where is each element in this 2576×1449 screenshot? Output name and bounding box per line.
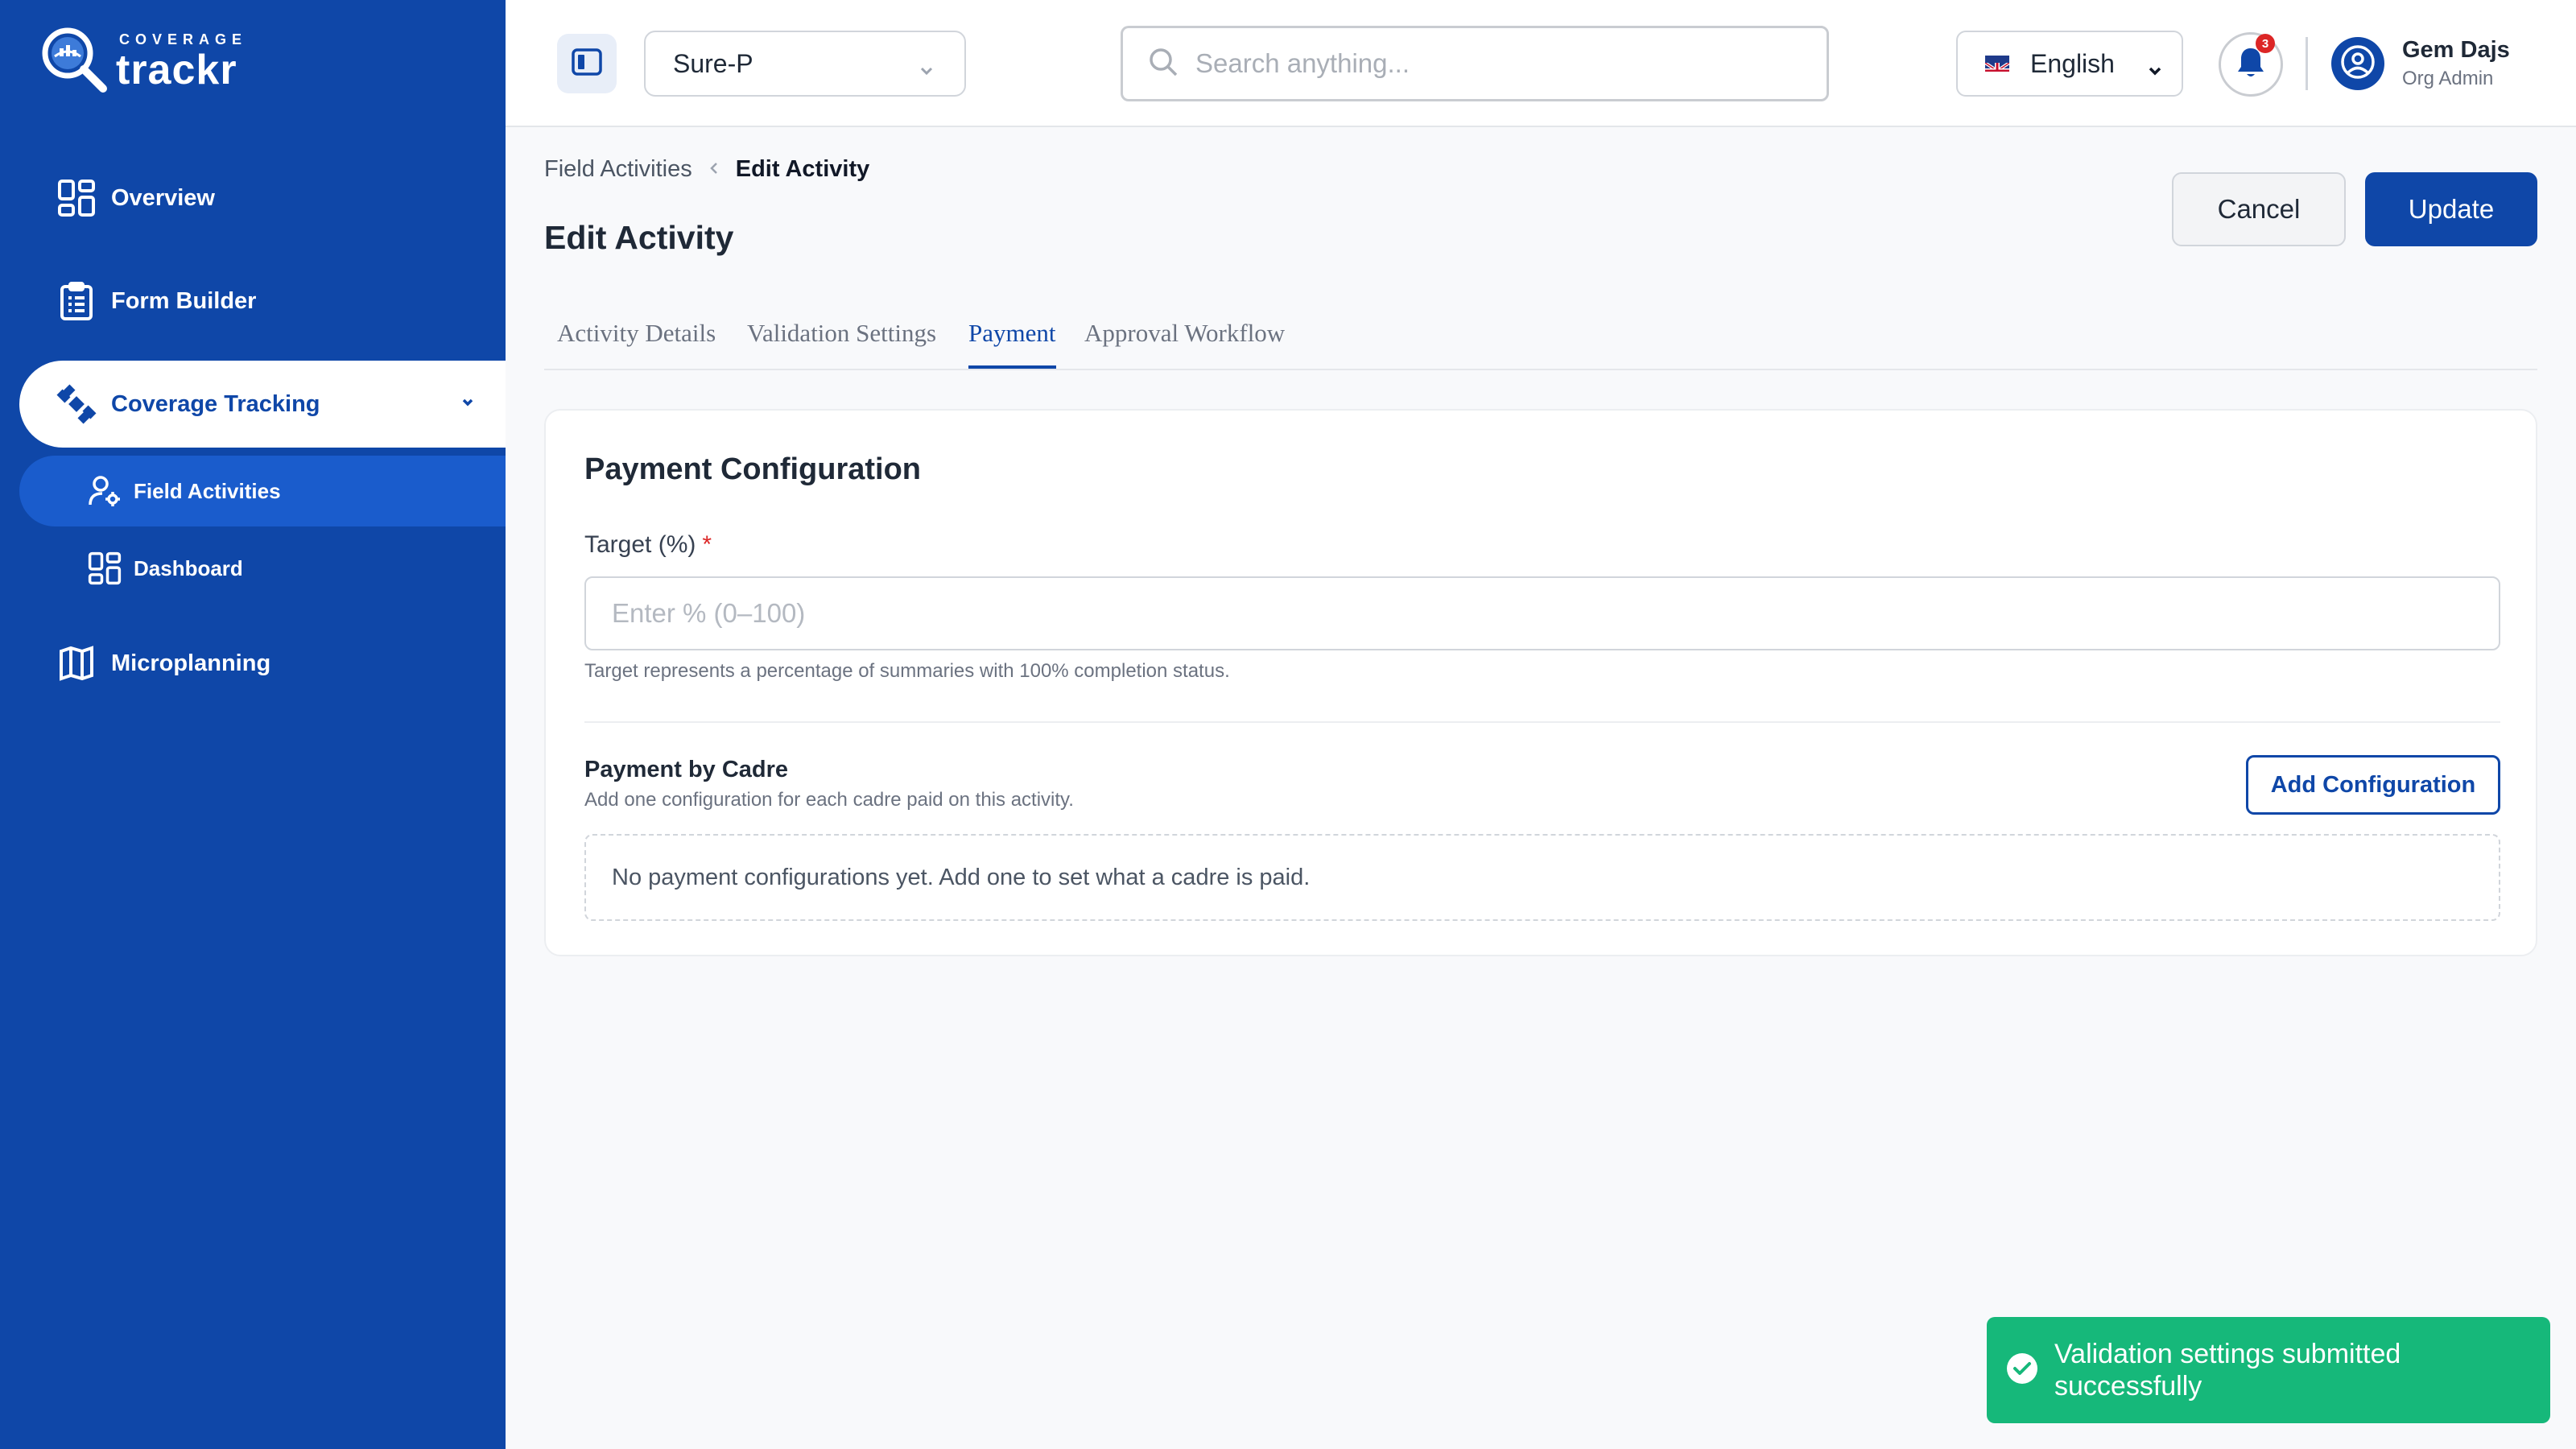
empty-state-message: No payment configurations yet. Add one t… [612,864,1311,890]
map-icon [56,643,97,683]
header-divider [2306,37,2308,90]
organization-select[interactable]: Sure-P [644,31,966,97]
empty-state: No payment configurations yet. Add one t… [584,834,2500,921]
language-select-value: English [2030,48,2115,78]
user-circle-icon [2340,44,2376,84]
sidebar-item-label: Coverage Tracking [111,390,320,417]
satellite-icon [56,384,97,424]
sidebar-item-label: Microplanning [111,650,271,676]
target-percent-input[interactable] [584,576,2500,650]
user-gear-icon [87,473,122,509]
payment-by-cadre-subtitle: Add one configuration for each cadre pai… [584,789,1074,811]
tab-activity-details[interactable]: Activity Details [557,319,716,365]
grid-icon [56,178,97,218]
tab-payment[interactable]: Payment [968,319,1056,369]
chevron-down-icon [918,56,935,86]
tab-validation-settings[interactable]: Validation Settings [747,319,936,365]
uk-flag-icon [1985,56,2009,72]
magnifier-globe-icon [39,24,113,98]
target-label: Target (%) * [584,531,712,559]
logo-tagline: COVERAGE [119,31,248,47]
add-configuration-button[interactable]: Add Configuration [2246,755,2500,815]
payment-by-cadre-title: Payment by Cadre [584,757,789,782]
sidebar-subitem-field-activities[interactable]: Field Activities [19,456,506,526]
sidebar-item-label: Form Builder [111,287,257,314]
update-button[interactable]: Update [2365,172,2537,246]
clipboard-icon [56,281,97,321]
user-role: Org Admin [2402,68,2494,89]
section-divider [584,721,2500,723]
success-toast[interactable]: Validation settings submitted successful… [1987,1317,2550,1423]
breadcrumb-link-field-activities[interactable]: Field Activities [544,156,692,183]
sidebar-item-overview[interactable]: Overview [19,155,506,242]
sidebar-subitem-label: Dashboard [134,555,243,580]
grid-icon [87,551,122,586]
toast-message: Validation settings submitted successful… [2054,1339,2401,1402]
sidebar: COVERAGE trackr Overview Form Builder Co… [0,0,506,1449]
sidebar-item-coverage-tracking[interactable]: Coverage Tracking [19,361,506,448]
sidebar-subitem-label: Field Activities [134,478,281,503]
notification-count-badge: 3 [2256,34,2275,53]
tab-approval-workflow[interactable]: Approval Workflow [1084,319,1285,365]
search-icon [1147,46,1179,82]
target-help-text: Target represents a percentage of summar… [584,660,1230,682]
avatar[interactable] [2331,37,2384,90]
language-select[interactable]: English [1956,31,2183,97]
activity-tabs: Activity Details Validation Settings Pay… [544,314,2537,370]
sidebar-item-label: Overview [111,184,215,211]
sidebar-item-form-builder[interactable]: Form Builder [19,258,506,345]
chevron-down-icon [2146,56,2164,86]
payment-configuration-card: Payment Configuration Target (%)* Target… [544,409,2537,956]
chevron-left-icon [708,156,720,183]
breadcrumb: Field Activities Edit Activity [544,156,869,183]
search-input[interactable] [1195,48,1807,79]
sidebar-toggle-button[interactable] [557,34,617,93]
sidebar-subitem-dashboard[interactable]: Dashboard [19,533,506,604]
page-title: Edit Activity [544,219,734,256]
sidebar-item-microplanning[interactable]: Microplanning [19,620,506,707]
required-indicator: * [702,531,712,558]
breadcrumb-current: Edit Activity [735,156,870,182]
global-search[interactable] [1121,26,1829,101]
organization-select-value: Sure-P [673,48,753,78]
target-label-text: Target (%) [584,531,696,558]
cancel-button[interactable]: Cancel [2172,172,2346,246]
card-title: Payment Configuration [584,452,922,486]
top-header: Sure-P English [506,0,2576,127]
logo-wordmark: trackr [116,47,237,93]
user-name: Gem Dajs [2402,37,2510,63]
sidebar-toggle-icon [572,47,602,80]
chevron-down-icon[interactable] [459,391,477,418]
app-logo[interactable]: COVERAGE trackr [39,24,247,98]
check-circle-icon [2006,1352,2038,1389]
